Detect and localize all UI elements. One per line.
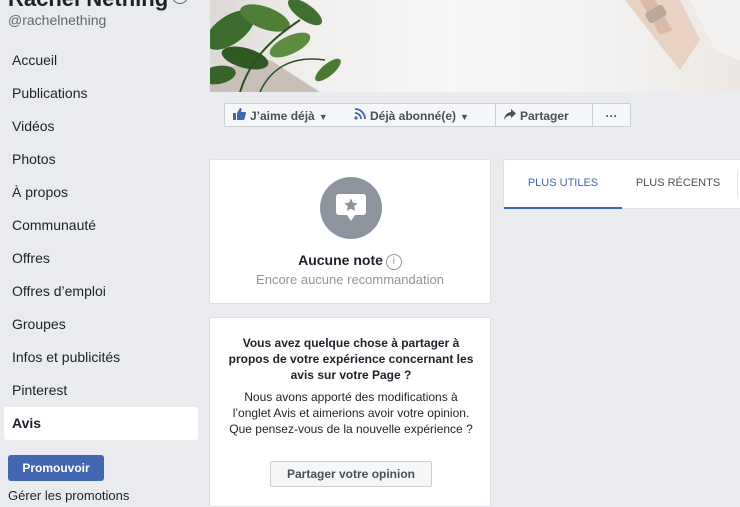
tab-most-useful[interactable]: PLUS UTILES: [504, 160, 622, 209]
tab-divider: [737, 172, 738, 196]
rss-feed-icon: [354, 104, 366, 128]
page-title-text[interactable]: Rachel Nething: [8, 0, 168, 11]
page-nav: Accueil Publications Vidéos Photos À pro…: [4, 44, 198, 440]
rating-subtitle: Encore aucune recommandation: [256, 272, 444, 287]
page-sidebar: Rachel Nething @rachelnething Accueil Pu…: [0, 0, 200, 503]
more-dots-icon: ···: [605, 109, 618, 123]
feedback-card: Vous avez quelque chose à partager à pro…: [209, 317, 491, 507]
sidebar-item-videos[interactable]: Vidéos: [4, 110, 198, 143]
share-opinion-button[interactable]: Partager votre opinion: [270, 461, 432, 487]
more-options-button[interactable]: ···: [593, 103, 631, 127]
sidebar-item-pinterest[interactable]: Pinterest: [4, 374, 198, 407]
reviews-sort-tabs: PLUS UTILES PLUS RÉCENTS: [503, 159, 740, 209]
sidebar-item-publications[interactable]: Publications: [4, 77, 198, 110]
like-button[interactable]: J’aime déjà ▼: [224, 103, 347, 127]
verified-badge-icon: [172, 0, 189, 4]
manage-promotions-link[interactable]: Gérer les promotions: [8, 488, 129, 503]
chevron-down-icon: ▼: [318, 112, 328, 123]
info-icon[interactable]: i: [385, 254, 402, 270]
rating-title: Aucune note i: [210, 252, 490, 270]
sidebar-item-offres-emploi[interactable]: Offres d’emploi: [4, 275, 198, 308]
sidebar-item-photos[interactable]: Photos: [4, 143, 198, 176]
feedback-title: Vous avez quelque chose à partager à pro…: [228, 336, 474, 382]
sidebar-item-groupes[interactable]: Groupes: [4, 308, 198, 341]
share-button[interactable]: Partager: [496, 103, 593, 127]
sidebar-item-offres[interactable]: Offres: [4, 242, 198, 275]
feedback-body: Nous avons apporté des modifications à l…: [229, 390, 473, 436]
share-button-label: Partager: [520, 109, 569, 124]
follow-button-label: Déjà abonné(e): [370, 109, 457, 124]
sidebar-item-infos-publicites[interactable]: Infos et publicités: [4, 341, 198, 374]
sidebar-item-avis[interactable]: Avis: [4, 407, 198, 440]
rating-summary-card: Aucune note i Encore aucune recommandatio…: [209, 159, 491, 304]
thumbs-up-icon: [233, 104, 246, 128]
page-title[interactable]: Rachel Nething: [8, 0, 189, 12]
star-speech-bubble-icon: [320, 177, 382, 239]
cover-plant-illustration: [210, 0, 740, 92]
rating-title-text: Aucune note: [298, 252, 383, 268]
sidebar-item-communaute[interactable]: Communauté: [4, 209, 198, 242]
sidebar-item-accueil[interactable]: Accueil: [4, 44, 198, 77]
chevron-down-icon: ▼: [460, 112, 469, 123]
share-arrow-icon: [504, 104, 516, 128]
tab-most-recent[interactable]: PLUS RÉCENTS: [622, 160, 734, 208]
like-button-label: J’aime déjà: [250, 109, 315, 124]
page-action-bar: J’aime déjà ▼ Déjà abonné(e) ▼ Partager ··…: [210, 92, 740, 144]
page-username[interactable]: @rachelnething: [8, 12, 106, 28]
promote-button[interactable]: Promouvoir: [8, 455, 104, 481]
cover-photo[interactable]: [210, 0, 740, 92]
follow-button[interactable]: Déjà abonné(e) ▼: [346, 103, 496, 127]
sidebar-item-a-propos[interactable]: À propos: [4, 176, 198, 209]
